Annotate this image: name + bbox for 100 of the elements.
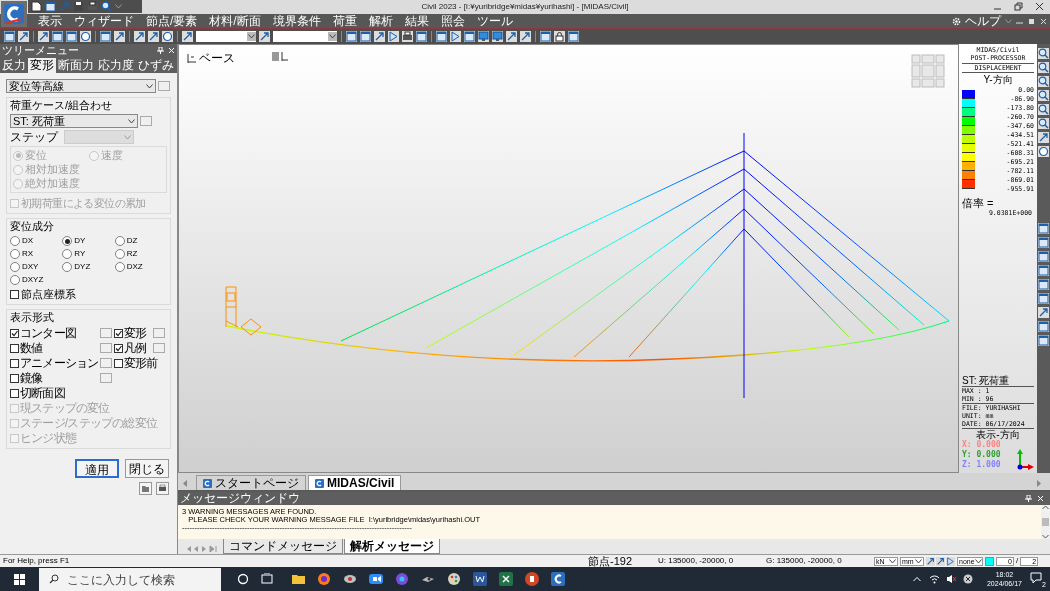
window-icon[interactable]: [1038, 335, 1049, 346]
menu-item[interactable]: 照会: [434, 14, 471, 28]
tab[interactable]: 応力度: [96, 58, 136, 73]
radio-button[interactable]: [114, 236, 125, 246]
scroll-up-icon[interactable]: [1042, 505, 1049, 510]
menu-item[interactable]: 節点/要素: [140, 14, 204, 28]
arrow-icon[interactable]: [18, 31, 29, 42]
circle-icon[interactable]: [1038, 146, 1049, 157]
window-icon[interactable]: [4, 31, 15, 42]
arrow-icon[interactable]: [936, 556, 945, 566]
radio-button[interactable]: [62, 249, 73, 259]
checkbox[interactable]: [10, 343, 19, 353]
radio-button[interactable]: [114, 249, 125, 259]
window-icon[interactable]: [100, 31, 111, 42]
window-icon[interactable]: [66, 31, 77, 42]
network-icon[interactable]: [928, 574, 940, 584]
menu-item[interactable]: 表示: [32, 14, 68, 28]
window-icon[interactable]: [1038, 293, 1049, 304]
pin-icon[interactable]: [1025, 495, 1032, 502]
arrow-icon[interactable]: [114, 31, 125, 42]
page-icon[interactable]: [31, 1, 42, 12]
app-logo-icon[interactable]: [551, 572, 565, 586]
circle-icon[interactable]: [162, 31, 173, 42]
arrow-icon[interactable]: [182, 31, 193, 42]
arrow-icon[interactable]: [520, 31, 531, 42]
alert-circle-icon[interactable]: [962, 574, 973, 584]
scroll-down-icon[interactable]: [1042, 534, 1049, 539]
checkbox[interactable]: [10, 290, 19, 299]
checkbox[interactable]: [114, 358, 123, 368]
word-icon[interactable]: [473, 572, 487, 586]
zoom-icon[interactable]: [1038, 118, 1049, 129]
circle-icon[interactable]: [80, 31, 91, 42]
app-logo-icon[interactable]: [1, 1, 27, 27]
padlock-icon[interactable]: [554, 31, 565, 42]
radio-button[interactable]: [114, 262, 125, 272]
dialog-button[interactable]: 閉じる: [125, 459, 169, 478]
zoom-icon[interactable]: [1038, 76, 1049, 87]
window-icon[interactable]: [540, 31, 551, 42]
arrow-icon[interactable]: [506, 31, 517, 42]
window-icon[interactable]: [1038, 251, 1049, 262]
menu-item[interactable]: ウィザード: [68, 14, 140, 28]
arrow-icon[interactable]: [148, 31, 159, 42]
radio-button[interactable]: [62, 236, 73, 246]
dialog-button[interactable]: 適用: [75, 459, 119, 478]
tab[interactable]: 変形: [28, 58, 56, 73]
monitor-icon[interactable]: [492, 31, 503, 42]
close-icon[interactable]: [1039, 16, 1048, 26]
arrow-icon[interactable]: [926, 556, 935, 566]
checkbox[interactable]: [10, 388, 19, 398]
radio-button[interactable]: [10, 249, 20, 259]
radio-button[interactable]: [13, 178, 23, 189]
help-menu[interactable]: ヘルプ: [961, 14, 1005, 28]
menu-item[interactable]: 解析: [362, 14, 399, 28]
close-icon[interactable]: [1035, 2, 1044, 11]
printer-icon[interactable]: [402, 31, 413, 42]
window-icon[interactable]: [1038, 237, 1049, 248]
window-icon[interactable]: [1038, 321, 1049, 332]
restore-icon[interactable]: [1014, 2, 1023, 11]
arrow-icon[interactable]: [374, 31, 385, 42]
zoom-icon[interactable]: [101, 1, 112, 12]
zoom-icon[interactable]: [1038, 48, 1049, 59]
triangle-icon[interactable]: [946, 556, 955, 566]
window-icon[interactable]: [464, 31, 475, 42]
scroll-thumb[interactable]: [1042, 518, 1049, 526]
radio-button[interactable]: [13, 150, 23, 161]
radio-button[interactable]: [88, 150, 99, 161]
window-icon[interactable]: [568, 31, 579, 42]
triangle-icon[interactable]: [450, 31, 461, 42]
window-icon[interactable]: [52, 31, 63, 42]
radio-button[interactable]: [62, 262, 73, 272]
arrow-icon[interactable]: [259, 31, 270, 42]
app-icon[interactable]: [395, 572, 409, 586]
powerpoint-icon[interactable]: [525, 572, 539, 586]
menu-item[interactable]: 荷重: [326, 14, 363, 28]
arrow-icon[interactable]: [134, 31, 145, 42]
folder-icon[interactable]: [139, 482, 152, 495]
checkbox[interactable]: [114, 328, 123, 338]
monitor-icon[interactable]: [478, 31, 489, 42]
printer-icon[interactable]: [156, 482, 169, 495]
arrow-icon[interactable]: [1038, 132, 1049, 143]
arrow-icon[interactable]: [1038, 307, 1049, 318]
checkbox[interactable]: [10, 358, 19, 368]
document-tab[interactable]: スタートページ: [196, 475, 306, 490]
message-tab[interactable]: コマンドメッセージ: [223, 539, 343, 554]
checkbox[interactable]: [10, 328, 19, 338]
radio-button[interactable]: [10, 275, 20, 285]
checkbox[interactable]: [10, 373, 19, 383]
zoom-icon[interactable]: [1038, 90, 1049, 101]
browser-icon[interactable]: [317, 572, 331, 586]
window-icon[interactable]: [416, 31, 427, 42]
speaker-muted-icon[interactable]: [945, 574, 957, 584]
chevron-up-icon[interactable]: [912, 576, 921, 582]
windows-logo-icon[interactable]: [14, 573, 25, 585]
load-case-dropdown[interactable]: ST: 死荷重: [10, 114, 138, 128]
gear-icon[interactable]: [952, 16, 961, 26]
radio-button[interactable]: [10, 236, 20, 246]
window-icon[interactable]: [1038, 265, 1049, 276]
app-icon[interactable]: [343, 572, 357, 586]
radio-button[interactable]: [10, 262, 20, 272]
checkbox[interactable]: [114, 343, 123, 353]
